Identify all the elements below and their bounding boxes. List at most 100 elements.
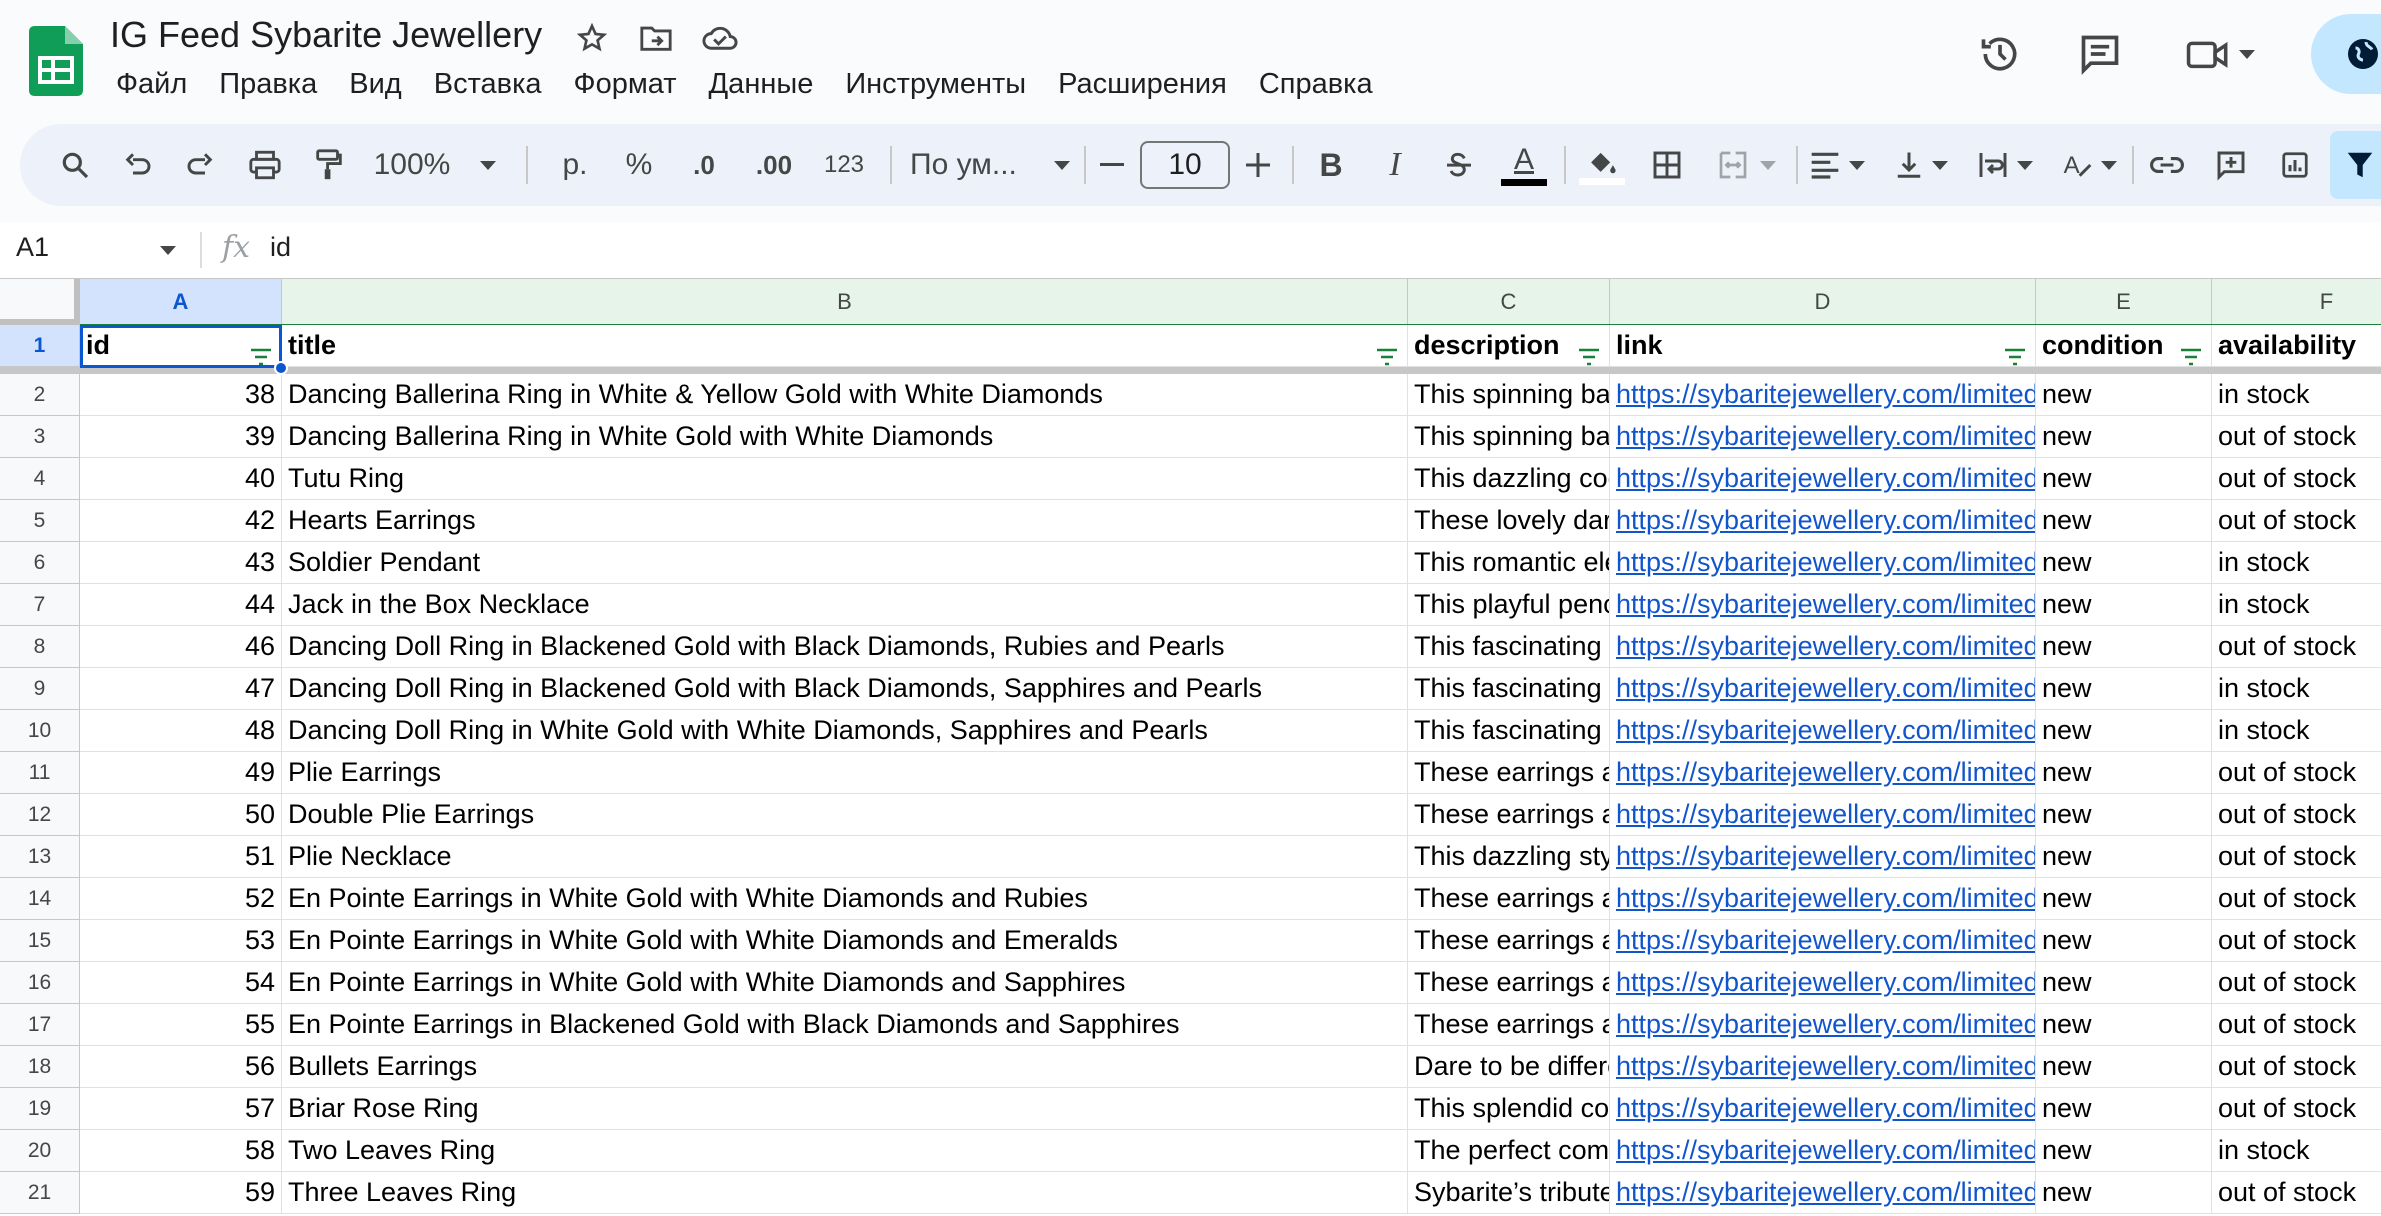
table-cell[interactable]: The perfect com	[1408, 1130, 1610, 1172]
vertical-align-icon[interactable]	[1880, 124, 1962, 206]
insert-comment-icon[interactable]	[2206, 124, 2256, 206]
move-to-folder-icon[interactable]	[636, 18, 676, 58]
text-rotation-icon[interactable]: A	[2048, 124, 2130, 206]
font-size-input[interactable]: 10	[1140, 141, 1230, 189]
table-cell[interactable]: out of stock	[2212, 752, 2381, 794]
version-history-icon[interactable]	[1972, 26, 2028, 82]
table-cell[interactable]: in stock	[2212, 584, 2381, 626]
row-header[interactable]: 6	[0, 542, 80, 584]
increase-decimal-button[interactable]: .00	[742, 124, 806, 206]
table-cell[interactable]: out of stock	[2212, 626, 2381, 668]
select-all-corner[interactable]	[0, 279, 80, 325]
table-cell[interactable]: Tutu Ring	[282, 458, 1408, 500]
insert-link-icon[interactable]	[2142, 124, 2192, 206]
table-cell[interactable]: 38	[80, 374, 282, 416]
row-header[interactable]: 17	[0, 1004, 80, 1046]
table-cell[interactable]: 59	[80, 1172, 282, 1214]
table-cell[interactable]: Dancing Ballerina Ring in White Gold wit…	[282, 416, 1408, 458]
link-cell[interactable]: https://sybaritejewellery.com/limited	[1610, 962, 2036, 1004]
row-header[interactable]: 3	[0, 416, 80, 458]
table-cell[interactable]: This romantic ele	[1408, 542, 1610, 584]
column-header-d[interactable]: D	[1610, 279, 2036, 325]
table-cell[interactable]: 42	[80, 500, 282, 542]
table-cell[interactable]: This spinning ba	[1408, 374, 1610, 416]
table-cell[interactable]: new	[2036, 458, 2212, 500]
table-cell[interactable]: in stock	[2212, 374, 2381, 416]
formula-input[interactable]: id	[270, 232, 291, 263]
table-cell[interactable]: new	[2036, 1130, 2212, 1172]
table-cell[interactable]: new	[2036, 584, 2212, 626]
italic-button[interactable]: I	[1370, 124, 1420, 206]
increase-font-size-button[interactable]	[1236, 124, 1280, 206]
table-cell[interactable]: En Pointe Earrings in White Gold with Wh…	[282, 878, 1408, 920]
table-cell[interactable]: new	[2036, 542, 2212, 584]
more-formats-button[interactable]: 123	[816, 124, 872, 206]
table-cell[interactable]: 39	[80, 416, 282, 458]
table-cell[interactable]: 54	[80, 962, 282, 1004]
table-cell[interactable]: new	[2036, 1004, 2212, 1046]
font-family-select[interactable]: По ум...	[900, 124, 1080, 206]
table-cell[interactable]: These earrings a	[1408, 878, 1610, 920]
table-cell[interactable]: These earrings a	[1408, 1004, 1610, 1046]
table-cell[interactable]: 53	[80, 920, 282, 962]
table-cell[interactable]: 44	[80, 584, 282, 626]
table-cell[interactable]: in stock	[2212, 710, 2381, 752]
currency-format-button[interactable]: р.	[550, 124, 600, 206]
insert-chart-icon[interactable]	[2270, 124, 2320, 206]
row-header[interactable]: 19	[0, 1088, 80, 1130]
row-header[interactable]: 7	[0, 584, 80, 626]
table-cell[interactable]: 47	[80, 668, 282, 710]
zoom-select[interactable]: 100%	[370, 124, 500, 206]
link-cell[interactable]: https://sybaritejewellery.com/limited	[1610, 584, 2036, 626]
merge-cells-icon[interactable]	[1706, 124, 1786, 206]
row-header[interactable]: 18	[0, 1046, 80, 1088]
table-cell[interactable]: new	[2036, 962, 2212, 1004]
table-cell[interactable]: 58	[80, 1130, 282, 1172]
menu-insert[interactable]: Вставка	[418, 64, 558, 110]
table-cell[interactable]: out of stock	[2212, 920, 2381, 962]
table-cell[interactable]: new	[2036, 416, 2212, 458]
table-cell[interactable]: new	[2036, 626, 2212, 668]
redo-icon[interactable]	[176, 124, 226, 206]
column-header-b[interactable]: B	[282, 279, 1408, 325]
header-cell-title[interactable]: title	[282, 325, 1408, 367]
link-cell[interactable]: https://sybaritejewellery.com/limited	[1610, 752, 2036, 794]
horizontal-align-icon[interactable]	[1796, 124, 1878, 206]
row-header[interactable]: 21	[0, 1172, 80, 1214]
column-header-a[interactable]: A	[80, 279, 282, 325]
row-header[interactable]: 12	[0, 794, 80, 836]
row-header[interactable]: 14	[0, 878, 80, 920]
chevron-down-icon[interactable]	[160, 246, 176, 255]
undo-icon[interactable]	[112, 124, 162, 206]
table-cell[interactable]: These earrings a	[1408, 920, 1610, 962]
menu-edit[interactable]: Правка	[203, 64, 333, 110]
row-header[interactable]: 1	[0, 325, 80, 367]
link-cell[interactable]: https://sybaritejewellery.com/limited	[1610, 710, 2036, 752]
text-wrapping-icon[interactable]	[1964, 124, 2046, 206]
table-cell[interactable]: Three Leaves Ring	[282, 1172, 1408, 1214]
table-cell[interactable]: out of stock	[2212, 416, 2381, 458]
name-box[interactable]: A1	[16, 232, 49, 263]
table-cell[interactable]: new	[2036, 668, 2212, 710]
table-cell[interactable]: These earrings a	[1408, 752, 1610, 794]
column-header-e[interactable]: E	[2036, 279, 2212, 325]
table-cell[interactable]: out of stock	[2212, 458, 2381, 500]
table-cell[interactable]: These earrings a	[1408, 962, 1610, 1004]
decrease-font-size-button[interactable]	[1090, 124, 1134, 206]
row-header[interactable]: 5	[0, 500, 80, 542]
table-cell[interactable]: 57	[80, 1088, 282, 1130]
link-cell[interactable]: https://sybaritejewellery.com/limited	[1610, 542, 2036, 584]
table-cell[interactable]: out of stock	[2212, 1046, 2381, 1088]
link-cell[interactable]: https://sybaritejewellery.com/limited	[1610, 458, 2036, 500]
table-cell[interactable]: out of stock	[2212, 1172, 2381, 1214]
header-cell-availability[interactable]: availability	[2212, 325, 2381, 367]
table-cell[interactable]: This fascinating	[1408, 710, 1610, 752]
link-cell[interactable]: https://sybaritejewellery.com/limited	[1610, 836, 2036, 878]
table-cell[interactable]: new	[2036, 1088, 2212, 1130]
row-header[interactable]: 20	[0, 1130, 80, 1172]
table-cell[interactable]: Dancing Doll Ring in Blackened Gold with…	[282, 668, 1408, 710]
table-cell[interactable]: Plie Necklace	[282, 836, 1408, 878]
table-cell[interactable]: out of stock	[2212, 500, 2381, 542]
header-cell-description[interactable]: description	[1408, 325, 1610, 367]
percent-format-button[interactable]: %	[614, 124, 664, 206]
